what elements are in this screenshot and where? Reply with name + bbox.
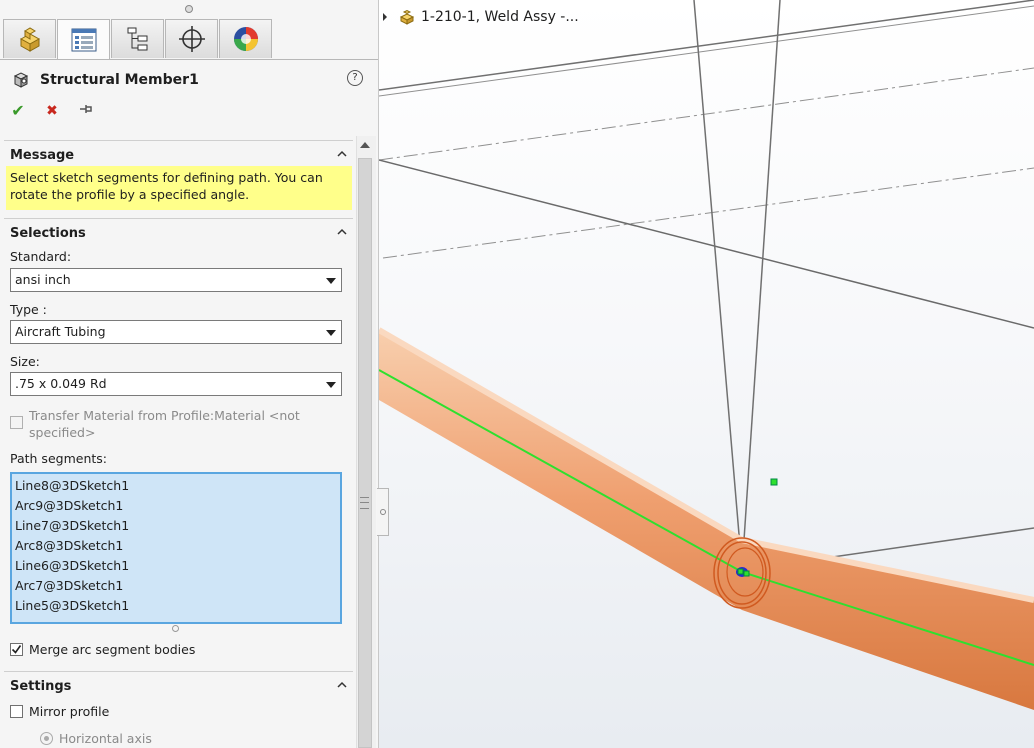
panel-splitter[interactable] [377,488,389,536]
endpoint-handle[interactable] [737,568,744,575]
panel-grip[interactable] [185,5,193,13]
type-value: Aircraft Tubing [15,324,106,339]
tab-dimxpert-manager[interactable] [165,19,218,58]
size-value: .75 x 0.049 Rd [15,376,107,391]
cancel-button[interactable]: ✖ [44,101,60,121]
configuration-manager-icon [127,27,147,51]
standard-dropdown[interactable]: ansi inch [10,268,342,292]
feature-manager-icon [19,27,40,52]
list-item[interactable]: Line8@3DSketch1 [15,476,340,496]
settings-section-header[interactable]: Settings [4,671,353,698]
list-item[interactable]: Arc9@3DSketch1 [15,496,340,516]
chevron-down-icon [326,330,336,336]
tree-node-label: 1-210-1, Weld Assy -... [421,9,579,25]
endpoint-handle[interactable] [743,570,750,577]
horizontal-axis-label: Horizontal axis [59,731,152,746]
crosshair-icon [178,26,205,52]
scroll-up-icon[interactable] [360,142,370,148]
chevron-up-icon[interactable] [337,149,347,159]
tab-display-manager[interactable] [219,19,272,58]
feature-header: Structural Member1 ? [12,68,372,92]
chevron-down-icon [326,382,336,388]
type-label: Type : [10,302,47,317]
selections-section-header[interactable]: Selections [4,218,353,245]
type-dropdown[interactable]: Aircraft Tubing [10,320,342,344]
checkmark-icon [11,645,22,654]
list-item[interactable]: Arc7@3DSketch1 [15,576,340,596]
assembly-icon [399,9,415,25]
model-view[interactable] [379,0,1034,748]
tab-feature-manager[interactable] [3,19,56,58]
pushpin-icon [80,105,92,113]
transfer-material-label: Transfer Material from Profile:Material … [29,408,300,440]
list-item[interactable]: Arc8@3DSketch1 [15,536,340,556]
tab-configuration-manager[interactable] [111,19,164,58]
merge-arc-checkbox[interactable] [10,643,23,656]
section-title-message: Message [10,148,75,163]
tab-divider [0,59,378,60]
manager-tabs [3,19,273,60]
display-manager-icon [233,27,258,51]
chevron-up-icon[interactable] [337,227,347,237]
mirror-profile-label: Mirror profile [29,704,110,719]
property-scroll-area: Message Select sketch segments for defin… [4,136,353,748]
sash-grip-icon[interactable] [360,497,369,509]
chevron-down-icon [326,278,336,284]
merge-arc-label: Merge arc segment bodies [29,642,196,657]
message-section-header[interactable]: Message [4,140,353,167]
list-item[interactable]: Line7@3DSketch1 [15,516,340,536]
page-title: Structural Member1 [40,72,199,88]
size-dropdown[interactable]: .75 x 0.049 Rd [10,372,342,396]
transfer-material-checkbox[interactable] [10,416,23,429]
sketch-point[interactable] [770,478,778,486]
horizontal-axis-radio[interactable] [40,732,53,745]
size-label: Size: [10,354,40,369]
standard-label: Standard: [10,249,72,264]
chevron-up-icon[interactable] [337,680,347,690]
help-icon[interactable]: ? [347,70,363,86]
pin-button[interactable] [78,101,94,121]
graphics-area[interactable]: 1-210-1, Weld Assy -... [379,0,1034,748]
section-title-selections: Selections [10,226,86,241]
section-title-settings: Settings [10,679,72,694]
path-segments-label: Path segments: [10,451,107,466]
sketch-line[interactable] [379,159,1034,329]
standard-value: ansi inch [15,272,71,287]
property-manager-icon [71,28,96,52]
tab-property-manager[interactable] [57,19,110,60]
sketch-line[interactable] [693,0,743,571]
list-resize-handle[interactable] [172,625,179,632]
property-manager-panel: Structural Member1 ? ✔ ✖ Message Select … [0,0,379,748]
list-item[interactable]: Line6@3DSketch1 [15,556,340,576]
scrollbar-thumb[interactable] [358,158,372,748]
action-bar: ✔ ✖ [10,101,94,121]
list-item[interactable]: Line5@3DSketch1 [15,596,340,616]
ok-button[interactable]: ✔ [10,101,26,121]
message-box: Select sketch segments for defining path… [6,166,352,210]
mirror-profile-checkbox[interactable] [10,705,23,718]
structural-member-icon [13,72,29,88]
path-segments-list[interactable]: Line8@3DSketch1 Arc9@3DSketch1 Line7@3DS… [10,472,342,624]
chevron-right-icon[interactable] [383,13,387,21]
flyout-tree-node[interactable]: 1-210-1, Weld Assy -... [383,6,579,28]
